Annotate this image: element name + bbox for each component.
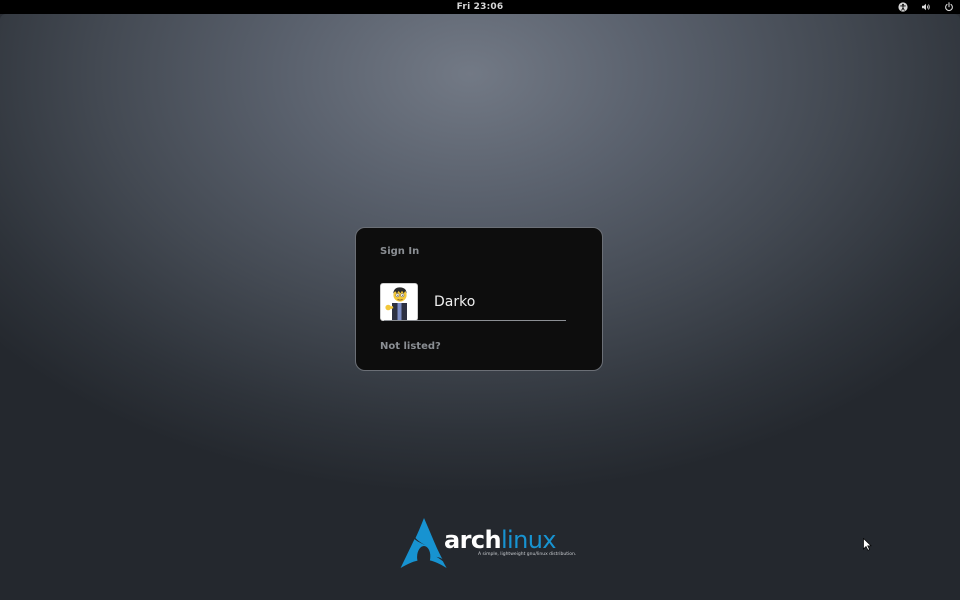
logo-wordmark: archlinux — [444, 525, 557, 555]
user-name: Darko — [434, 293, 476, 310]
sign-in-title: Sign In — [380, 246, 420, 257]
not-listed-link[interactable]: Not listed? — [380, 341, 441, 352]
login-dialog: Sign In Darko Not listed? — [355, 227, 603, 371]
volume-icon[interactable] — [921, 2, 931, 12]
power-icon[interactable] — [944, 2, 954, 12]
user-item-darko[interactable]: Darko — [380, 281, 567, 322]
accessibility-icon[interactable] — [898, 2, 908, 12]
mouse-pointer-icon — [863, 538, 872, 551]
clock[interactable]: Fri 23:06 — [457, 2, 504, 12]
status-area — [898, 0, 954, 14]
logo-word-linux: linux — [500, 526, 557, 554]
user-underline — [384, 320, 566, 321]
arch-linux-logo: archlinux A simple, lightweight gnu/linu… — [400, 515, 576, 571]
logo-word-arch: arch — [444, 526, 502, 554]
arch-logo-icon — [400, 518, 447, 568]
top-bar: Fri 23:06 — [0, 0, 960, 14]
user-avatar — [380, 282, 418, 321]
logo-tagline: A simple, lightweight gnu/linux distribu… — [478, 552, 577, 557]
